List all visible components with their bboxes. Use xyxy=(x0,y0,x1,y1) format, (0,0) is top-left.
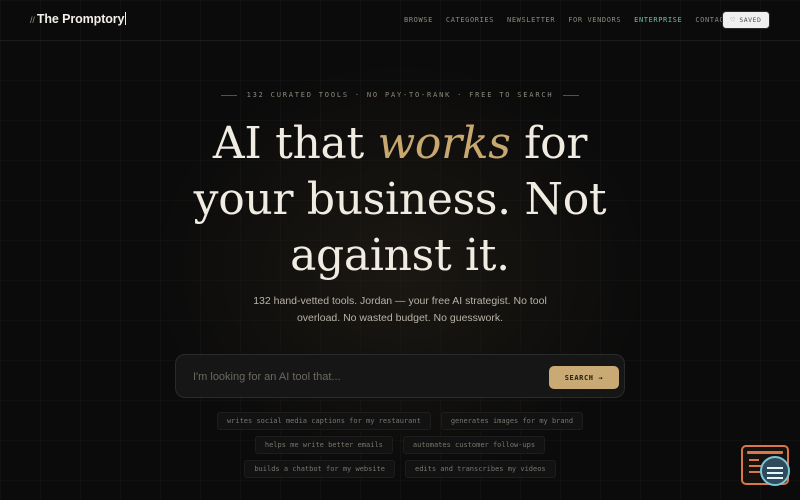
headline-line2: your business. Not xyxy=(193,174,607,225)
search-button[interactable]: SEARCH → xyxy=(549,366,619,389)
avatar-line xyxy=(767,477,783,479)
search-input[interactable] xyxy=(193,367,533,387)
nav-link-enterprise[interactable]: ENTERPRISE xyxy=(634,16,682,24)
avatar-line xyxy=(767,472,783,474)
chip-row: builds a chatbot for my website edits an… xyxy=(0,460,800,478)
hero-eyebrow: 132 CURATED TOOLS · NO PAY-TO-RANK · FRE… xyxy=(0,91,800,99)
nav-links: BROWSE CATEGORIES NEWSLETTER FOR VENDORS… xyxy=(404,16,742,24)
chip-row: helps me write better emails automates c… xyxy=(0,436,800,454)
headline-emphasis: works xyxy=(377,118,511,169)
eyebrow-text: 132 CURATED TOOLS · NO PAY-TO-RANK · FRE… xyxy=(246,91,554,99)
widget-titlebar xyxy=(747,451,783,454)
suggestion-chip[interactable]: helps me write better emails xyxy=(254,436,393,454)
logo-slashes: // xyxy=(30,15,35,25)
widget-line xyxy=(749,459,759,461)
nav-link-newsletter[interactable]: NEWSLETTER xyxy=(507,16,555,24)
suggestion-chip[interactable]: builds a chatbot for my website xyxy=(244,460,395,478)
eyebrow-line-left xyxy=(220,94,237,96)
hero-headline: AI that works for your business. Not aga… xyxy=(0,116,800,284)
eyebrow-line-right xyxy=(563,94,580,96)
hero-subtext: 132 hand-vetted tools. Jordan — your fre… xyxy=(253,295,547,324)
headline-line3: against it. xyxy=(290,230,510,281)
heart-icon: ♡ xyxy=(730,16,736,24)
saved-label: SAVED xyxy=(739,16,762,24)
nav-link-categories[interactable]: CATEGORIES xyxy=(446,16,494,24)
nav-link-browse[interactable]: BROWSE xyxy=(404,16,433,24)
chip-row: writes social media captions for my rest… xyxy=(0,412,800,430)
suggestion-chip[interactable]: generates images for my brand xyxy=(440,412,584,430)
headline-line1-post: for xyxy=(510,118,588,169)
search-box: SEARCH → xyxy=(175,354,625,398)
suggestion-chips: writes social media captions for my rest… xyxy=(0,412,800,484)
logo-cursor xyxy=(125,12,127,25)
site-logo[interactable]: //The Promptory xyxy=(30,12,127,26)
avatar-line xyxy=(767,467,783,469)
logo-text: The Promptory xyxy=(36,12,125,26)
suggestion-chip[interactable]: edits and transcribes my videos xyxy=(405,460,556,478)
saved-button[interactable]: ♡ SAVED xyxy=(722,11,770,29)
assistant-avatar-icon[interactable] xyxy=(760,456,790,486)
headline-line1-pre: AI that xyxy=(212,118,378,169)
nav-link-for-vendors[interactable]: FOR VENDORS xyxy=(568,16,621,24)
top-nav: //The Promptory BROWSE CATEGORIES NEWSLE… xyxy=(0,0,800,41)
suggestion-chip[interactable]: writes social media captions for my rest… xyxy=(216,412,431,430)
suggestion-chip[interactable]: automates customer follow-ups xyxy=(402,436,546,454)
